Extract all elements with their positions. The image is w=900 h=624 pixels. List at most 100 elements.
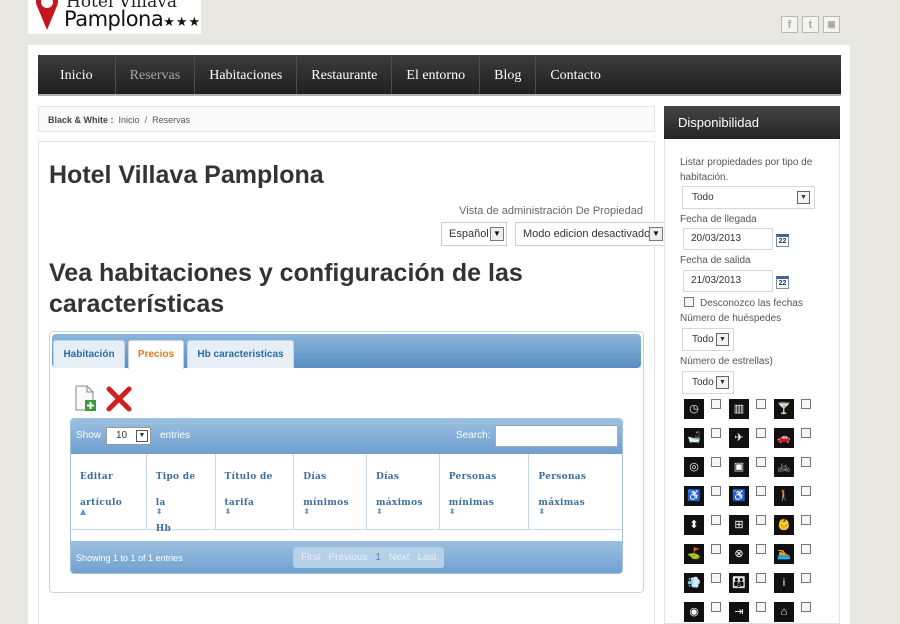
- amenity-checkbox[interactable]: [756, 515, 766, 525]
- amenity-checkbox[interactable]: [801, 399, 811, 409]
- bar-icon: 🍸: [774, 399, 794, 419]
- amenity-checkbox[interactable]: [711, 399, 721, 409]
- tv-icon: ▣: [729, 457, 749, 477]
- new-document-icon[interactable]: [74, 385, 96, 412]
- stroller-icon: 👶: [774, 515, 794, 535]
- amenity-checkbox[interactable]: [801, 457, 811, 467]
- amenity-checkbox[interactable]: [711, 428, 721, 438]
- sort-icon: ⬍: [224, 507, 232, 516]
- language-select[interactable]: Español ▼: [441, 222, 507, 246]
- amenity-checkbox[interactable]: [711, 486, 721, 496]
- nav-el-entorno[interactable]: El entorno: [392, 55, 481, 94]
- nav-restaurante[interactable]: Restaurante: [297, 55, 393, 94]
- edit-mode-select[interactable]: Modo edicion desactivado ▼: [515, 222, 666, 246]
- column-label-line1: Tipo de la: [155, 472, 196, 508]
- site-logo[interactable]: Hotel Villava Pamplona★★★: [28, 0, 201, 34]
- breadcrumb-current: Reservas: [152, 115, 191, 125]
- amenity-checkbox[interactable]: [756, 486, 766, 496]
- tab-precios[interactable]: Precios: [128, 340, 184, 369]
- pager-previous[interactable]: Previous: [324, 552, 371, 563]
- entries-length-value: 10: [116, 430, 128, 441]
- amenity-checkbox[interactable]: [711, 515, 721, 525]
- pager-first[interactable]: First: [297, 552, 324, 563]
- column-personas-minimas[interactable]: Personas mínimas ⬍: [440, 454, 530, 529]
- amenity-checkbox[interactable]: [711, 602, 721, 612]
- delete-icon[interactable]: [106, 385, 132, 412]
- amenity-checkbox[interactable]: [756, 544, 766, 554]
- calendar-icon[interactable]: 22: [776, 234, 789, 247]
- nav-inicio[interactable]: Inicio: [38, 55, 116, 94]
- column-personas-maximas[interactable]: Personas máximas ⬍: [529, 454, 622, 529]
- column-dias-maximos[interactable]: Días máximos ⬍: [367, 454, 440, 529]
- room-type-select[interactable]: Todo ▼: [682, 186, 815, 209]
- amenity-checkbox[interactable]: [801, 602, 811, 612]
- elevator-arrows-icon: ⬍: [684, 515, 704, 535]
- bicycle-icon: 🚲: [774, 457, 794, 477]
- twitter-icon[interactable]: t: [802, 16, 819, 33]
- clock-icon: ◷: [684, 399, 704, 419]
- unknown-dates-label: Desconozco las fechas: [700, 298, 803, 309]
- amenity-checkbox[interactable]: [756, 457, 766, 467]
- chevron-down-icon: ▼: [716, 376, 729, 389]
- amenity-checkbox[interactable]: [756, 573, 766, 583]
- pager-last[interactable]: Last: [413, 552, 440, 563]
- search-label: Search:: [456, 430, 491, 441]
- exit-icon: ⇥: [729, 602, 749, 622]
- amenity-checkbox[interactable]: [711, 457, 721, 467]
- amenity-checkbox[interactable]: [756, 602, 766, 612]
- column-titulo[interactable]: Título de tarifa ⬍: [216, 454, 295, 529]
- breadcrumb-prefix: Black & White :: [48, 115, 114, 125]
- nav-reservas[interactable]: Reservas: [116, 55, 196, 94]
- sort-asc-icon: ▲: [80, 507, 87, 516]
- departure-date-input[interactable]: 21/03/2013: [683, 270, 773, 292]
- social-links: f t ▣: [781, 16, 840, 33]
- column-editar[interactable]: Editar artículo ▲: [71, 454, 147, 529]
- facebook-icon[interactable]: f: [781, 16, 798, 33]
- amenity-checkbox[interactable]: [711, 573, 721, 583]
- amenity-checkbox[interactable]: [801, 428, 811, 438]
- guests-select[interactable]: Todo ▼: [682, 328, 734, 351]
- arrival-date-input[interactable]: 20/03/2013: [683, 228, 773, 250]
- golf-icon: ⛳: [684, 544, 704, 564]
- amenity-checkbox[interactable]: [801, 544, 811, 554]
- search-input[interactable]: [495, 425, 618, 447]
- amenity-checkbox[interactable]: [801, 486, 811, 496]
- lock-icon[interactable]: ▣: [823, 16, 840, 33]
- column-label-line2: mínimas: [448, 498, 495, 508]
- amenity-checkbox[interactable]: [711, 544, 721, 554]
- unknown-dates-checkbox[interactable]: [684, 297, 694, 307]
- sort-icon: ⬍: [155, 507, 163, 516]
- table-header-bar: Show 10 ▼ entries Search:: [71, 419, 622, 454]
- column-dias-minimos[interactable]: Días mínimos ⬍: [294, 454, 367, 529]
- amenity-checkbox[interactable]: [801, 573, 811, 583]
- column-tipo[interactable]: Tipo de la Hb ⬍: [147, 454, 216, 534]
- nav-habitaciones[interactable]: Habitaciones: [195, 55, 298, 94]
- nav-contacto[interactable]: Contacto: [536, 55, 615, 94]
- guests-label: Número de huéspedes: [680, 313, 782, 324]
- frame-icon: ⊞: [729, 515, 749, 535]
- pager-current[interactable]: 1: [371, 552, 385, 563]
- tab-hb-caracteristicas[interactable]: Hb caracteristicas: [187, 340, 294, 368]
- amenity-checkbox[interactable]: [801, 515, 811, 525]
- sort-icon: ⬍: [448, 507, 456, 516]
- amenity-checkbox[interactable]: [756, 428, 766, 438]
- no-entry-icon: ⊗: [729, 544, 749, 564]
- sort-icon: ⬍: [375, 507, 383, 516]
- pager-next[interactable]: Next: [385, 552, 414, 563]
- calendar-icon[interactable]: 22: [776, 276, 789, 289]
- tab-habitacion[interactable]: Habitación: [53, 340, 125, 368]
- column-label-line1: Personas: [448, 472, 497, 482]
- swim-icon: 🏊: [774, 544, 794, 564]
- amenity-checkbox[interactable]: [756, 399, 766, 409]
- section-title: Vea habitaciones y configuración de las …: [49, 259, 523, 318]
- spiral-icon: ◉: [684, 602, 704, 622]
- cd-icon: ◎: [684, 457, 704, 477]
- breadcrumb-home[interactable]: Inicio: [119, 115, 140, 125]
- breadcrumb: Black & White : Inicio / Reservas: [38, 106, 655, 132]
- entries-length-select[interactable]: 10 ▼: [106, 427, 151, 445]
- family-icon: 👪: [729, 573, 749, 593]
- stars-select[interactable]: Todo ▼: [682, 371, 734, 394]
- nav-blog[interactable]: Blog: [480, 55, 537, 94]
- sort-icon: ⬍: [303, 507, 311, 516]
- sidebar-title: Disponibilidad: [664, 106, 840, 139]
